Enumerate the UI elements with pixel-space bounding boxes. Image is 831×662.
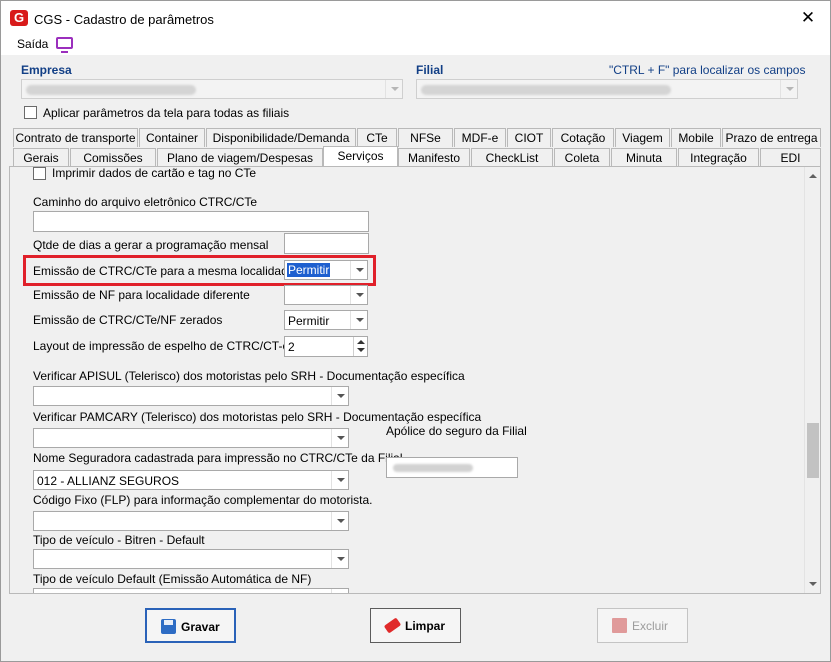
- tab-disponibilidade[interactable]: Disponibilidade/Demanda: [206, 128, 356, 147]
- eraser-icon: [383, 617, 402, 634]
- tab-servicos[interactable]: Serviços: [323, 146, 398, 168]
- imprimir-label: Imprimir dados de cartão e tag no CTe: [52, 167, 257, 180]
- tab-nfse[interactable]: NFSe: [398, 128, 453, 147]
- scroll-thumb[interactable]: [807, 423, 819, 478]
- chevron-down-icon: [331, 550, 348, 568]
- apply-all-label: Aplicar parâmetros da tela para todas as…: [43, 106, 290, 120]
- spinner-icon[interactable]: [353, 337, 367, 356]
- layout-value: 2: [288, 340, 295, 354]
- seguradora-label: Nome Seguradora cadastrada para impressã…: [33, 451, 403, 465]
- filial-value-blurred: [421, 85, 671, 95]
- emissao-zerados-value: Permitir: [288, 314, 330, 328]
- monitor-icon[interactable]: [56, 37, 73, 53]
- apply-all-checkbox[interactable]: [24, 106, 37, 119]
- excluir-label: Excluir: [632, 619, 669, 633]
- chevron-down-icon: [780, 80, 797, 98]
- save-icon: [161, 619, 176, 634]
- limpar-button[interactable]: Limpar: [370, 608, 461, 643]
- qtde-dias-input[interactable]: [284, 233, 369, 254]
- tab-ciot[interactable]: CIOT: [507, 128, 551, 147]
- tab-manifesto[interactable]: Manifesto: [398, 148, 470, 167]
- tab-container[interactable]: Container: [139, 128, 205, 147]
- tab-checklist[interactable]: CheckList: [471, 148, 553, 167]
- apolice-input[interactable]: [386, 457, 518, 478]
- chevron-down-icon: [331, 387, 348, 405]
- chevron-down-icon: [350, 311, 367, 329]
- tab-comissoes[interactable]: Comissões: [70, 148, 156, 167]
- tipo-bitren-label: Tipo de veículo - Bitren - Default: [33, 533, 205, 547]
- servicos-panel: Imprimir dados de cartão e tag no CTe Ca…: [9, 166, 821, 594]
- tipo-bitren-select[interactable]: [33, 549, 349, 569]
- chevron-down-icon: [350, 261, 367, 279]
- chevron-down-icon: [385, 80, 402, 98]
- emissao-nf-select[interactable]: [284, 285, 368, 305]
- apisul-label: Verificar APISUL (Telerisco) dos motoris…: [33, 369, 465, 383]
- vertical-scrollbar[interactable]: [804, 167, 820, 593]
- excluir-button[interactable]: Excluir: [597, 608, 688, 643]
- menu-saida[interactable]: Saída: [17, 37, 48, 51]
- seguradora-select[interactable]: 012 - ALLIANZ SEGUROS: [33, 470, 349, 490]
- tab-minuta[interactable]: Minuta: [611, 148, 677, 167]
- apolice-value-blurred: [393, 464, 473, 472]
- trash-icon: [612, 618, 627, 633]
- emissao-mesma-label: Emissão de CTRC/CTe para a mesma localid…: [33, 264, 295, 278]
- tab-integracao[interactable]: Integração: [678, 148, 759, 167]
- chevron-down-icon: [331, 429, 348, 447]
- emissao-mesma-select[interactable]: Permitir: [284, 260, 368, 280]
- cgs-logo-icon: G: [10, 10, 28, 26]
- layout-stepper[interactable]: 2: [284, 336, 368, 357]
- tipo-default-label: Tipo de veículo Default (Emissão Automát…: [33, 572, 312, 586]
- seguradora-value: 012 - ALLIANZ SEGUROS: [37, 474, 180, 488]
- menu-bar: Saída: [1, 33, 830, 55]
- tab-prazo-entrega[interactable]: Prazo de entrega: [722, 128, 821, 147]
- chevron-down-icon: [331, 471, 348, 489]
- chevron-down-icon: [331, 589, 348, 593]
- tab-cotacao[interactable]: Cotação: [552, 128, 614, 147]
- close-button[interactable]: ✕: [794, 7, 822, 29]
- scroll-down-icon[interactable]: [809, 582, 817, 586]
- pamcary-label: Verificar PAMCARY (Telerisco) dos motori…: [33, 410, 482, 424]
- gravar-button[interactable]: Gravar: [145, 608, 236, 643]
- tab-gerais[interactable]: Gerais: [13, 148, 69, 167]
- gravar-label: Gravar: [181, 620, 220, 634]
- imprimir-checkbox[interactable]: [33, 167, 46, 180]
- emissao-nf-label: Emissão de NF para localidade diferente: [33, 288, 250, 302]
- tipo-default-select[interactable]: [33, 588, 349, 593]
- empresa-value-blurred: [26, 85, 196, 95]
- empresa-select[interactable]: [21, 79, 403, 99]
- apolice-label: Apólice do seguro da Filial: [386, 424, 527, 438]
- codigo-fixo-select[interactable]: [33, 511, 349, 531]
- chevron-down-icon: [350, 286, 367, 304]
- qtde-dias-label: Qtde de dias a gerar a programação mensa…: [33, 238, 269, 252]
- filial-select[interactable]: [416, 79, 798, 99]
- tab-contrato-transporte[interactable]: Contrato de transporte: [13, 128, 138, 147]
- panel-content: Imprimir dados de cartão e tag no CTe Ca…: [10, 167, 805, 593]
- apisul-select[interactable]: [33, 386, 349, 406]
- codigo-fixo-label: Código Fixo (FLP) para informação comple…: [33, 493, 373, 507]
- window-title: CGS - Cadastro de parâmetros: [34, 12, 214, 27]
- pamcary-select[interactable]: [33, 428, 349, 448]
- tab-mobile[interactable]: Mobile: [671, 128, 721, 147]
- main-window: G CGS - Cadastro de parâmetros ✕ Saída E…: [0, 0, 831, 662]
- search-hint: "CTRL + F" para localizar os campos: [609, 63, 806, 77]
- tab-mdfe[interactable]: MDF-e: [454, 128, 506, 147]
- caminho-label: Caminho do arquivo eletrônico CTRC/CTe: [33, 195, 258, 209]
- emissao-zerados-select[interactable]: Permitir: [284, 310, 368, 330]
- caminho-input[interactable]: [33, 211, 369, 232]
- tab-viagem[interactable]: Viagem: [615, 128, 670, 147]
- limpar-label: Limpar: [405, 619, 446, 633]
- empresa-label: Empresa: [21, 63, 72, 77]
- chevron-down-icon: [331, 512, 348, 530]
- filial-label: Filial: [416, 63, 444, 77]
- emissao-mesma-value: Permitir: [287, 263, 331, 277]
- layout-label: Layout de impressão de espelho de CTRC/C…: [33, 339, 290, 353]
- tab-edi[interactable]: EDI: [760, 148, 821, 167]
- title-bar: G CGS - Cadastro de parâmetros ✕: [1, 1, 830, 33]
- scroll-up-icon[interactable]: [809, 174, 817, 178]
- tab-coleta[interactable]: Coleta: [554, 148, 610, 167]
- tab-plano-viagem[interactable]: Plano de viagem/Despesas: [157, 148, 323, 167]
- tab-cte[interactable]: CTe: [357, 128, 397, 147]
- emissao-zerados-label: Emissão de CTRC/CTe/NF zerados: [33, 313, 223, 327]
